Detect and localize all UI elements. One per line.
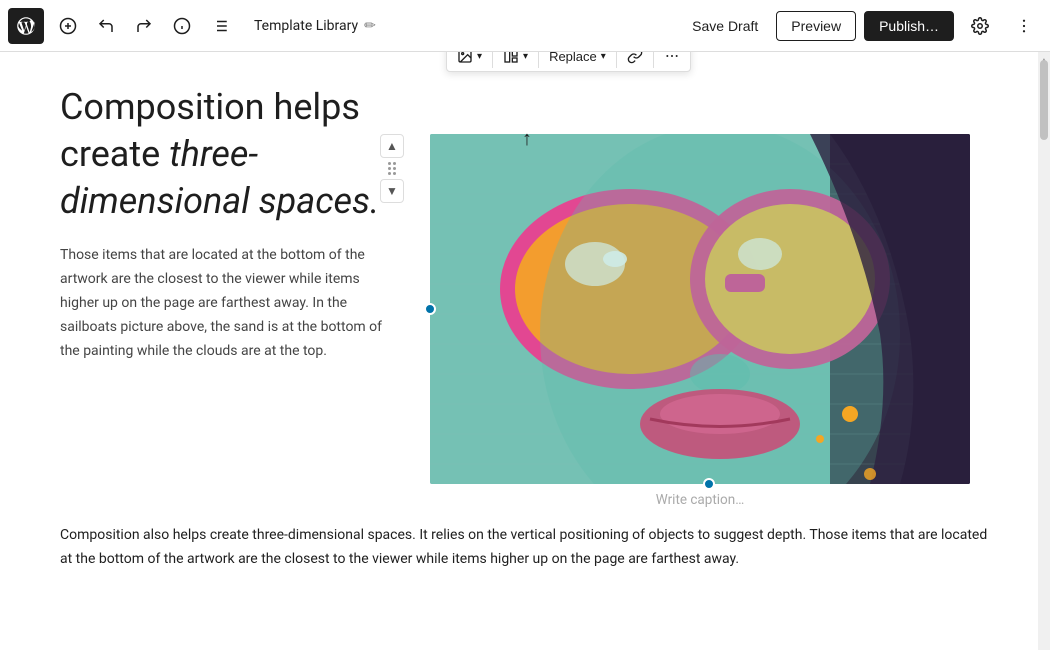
scrollbar-thumb[interactable] <box>1040 60 1048 140</box>
move-down-button[interactable]: ▼ <box>380 179 404 203</box>
publish-button[interactable]: Publish… <box>864 11 954 41</box>
graffiti-art <box>430 134 970 484</box>
replace-button[interactable]: Replace ▾ <box>541 52 614 69</box>
right-column: ▾ ▾ Replace ▾ <box>430 84 988 516</box>
resize-handle-bottom[interactable] <box>703 478 715 490</box>
wp-logo-icon <box>15 15 37 37</box>
redo-button[interactable] <box>126 8 162 44</box>
image-type-chevron: ▾ <box>477 52 482 62</box>
content-columns: Composition helps create three-dimension… <box>60 84 988 516</box>
scrollbar[interactable]: ▲ <box>1038 52 1050 650</box>
block-arrows: ▲ ▼ <box>380 134 404 203</box>
settings-button[interactable] <box>962 8 998 44</box>
separator-3 <box>616 52 617 68</box>
move-up-button[interactable]: ▲ <box>380 134 404 158</box>
paragraph-block-1: Those items that are located at the bott… <box>60 244 400 363</box>
main-area: Composition helps create three-dimension… <box>0 52 1050 650</box>
edit-title-icon[interactable]: ✏ <box>364 18 376 34</box>
separator-4 <box>653 52 654 68</box>
more-dots-icon <box>1015 17 1033 35</box>
undo-icon <box>97 17 115 35</box>
add-block-button[interactable] <box>50 8 86 44</box>
heading-block: Composition helps create three-dimension… <box>60 84 400 224</box>
redo-icon <box>135 17 153 35</box>
paragraph-block-2: Composition also helps create three-dime… <box>60 524 988 572</box>
separator-1 <box>492 52 493 68</box>
link-button[interactable] <box>619 52 651 69</box>
info-icon <box>173 17 191 35</box>
image-toolbar: ▾ ▾ Replace ▾ <box>446 52 691 72</box>
toolbar-icons <box>50 8 238 44</box>
save-draft-button[interactable]: Save Draft <box>682 12 768 40</box>
replace-label: Replace <box>549 52 597 64</box>
image-more-dots-icon <box>664 52 680 64</box>
image-block-wrapper: ▲ ▼ <box>430 134 988 516</box>
more-options-button[interactable] <box>1006 8 1042 44</box>
left-column: Composition helps create three-dimension… <box>60 84 400 516</box>
resize-handle-left[interactable] <box>424 303 436 315</box>
image-more-options-button[interactable] <box>656 52 688 69</box>
link-icon <box>627 52 643 64</box>
wp-logo[interactable] <box>8 8 44 44</box>
list-view-button[interactable] <box>202 8 238 44</box>
image-icon <box>457 52 473 64</box>
separator-2 <box>538 52 539 68</box>
preview-button[interactable]: Preview <box>776 11 856 41</box>
editor-content[interactable]: Composition helps create three-dimension… <box>0 52 1038 650</box>
replace-chevron: ▾ <box>601 52 606 62</box>
template-library-title: Template Library <box>254 18 358 34</box>
plus-icon <box>59 17 77 35</box>
image-container <box>430 134 988 484</box>
layout-chevron: ▾ <box>523 52 528 62</box>
drag-handle[interactable] <box>388 162 396 175</box>
image-caption[interactable]: Write caption… <box>430 484 970 516</box>
template-library-label: Template Library ✏ <box>254 18 376 34</box>
image-type-button[interactable]: ▾ <box>449 52 490 69</box>
info-button[interactable] <box>164 8 200 44</box>
toolbar-right: Save Draft Preview Publish… <box>682 8 1042 44</box>
top-toolbar: Template Library ✏ Save Draft Preview Pu… <box>0 0 1050 52</box>
layout-icon <box>503 52 519 64</box>
undo-button[interactable] <box>88 8 124 44</box>
layout-button[interactable]: ▾ <box>495 52 536 69</box>
graffiti-image <box>430 134 970 484</box>
list-icon <box>211 17 229 35</box>
gear-icon <box>971 17 989 35</box>
